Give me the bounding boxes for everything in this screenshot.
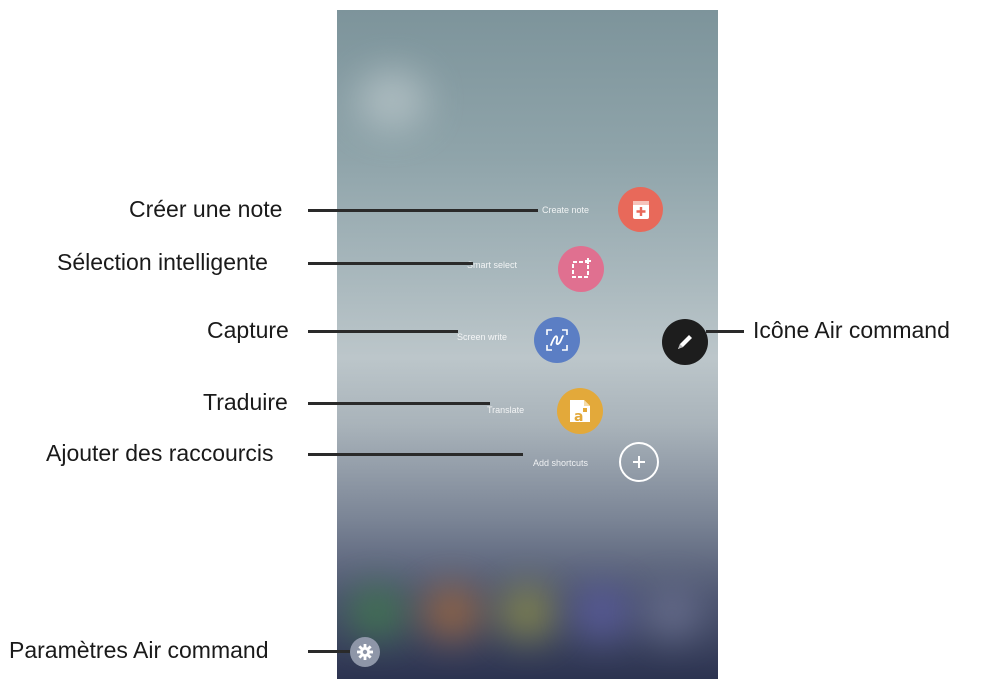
translate-button[interactable]: a: [557, 388, 603, 434]
screen-write-icon: [543, 326, 571, 354]
callout-line-create-note: [308, 209, 538, 212]
callout-line-add-shortcuts: [308, 453, 523, 456]
pen-icon: [674, 331, 696, 353]
callout-line-settings: [308, 650, 350, 653]
air-command-settings-button[interactable]: [350, 637, 380, 667]
callout-translate: Traduire: [203, 389, 288, 415]
create-note-icon: [630, 199, 652, 221]
callout-line-air-command: [706, 330, 744, 333]
callout-line-screen-write: [308, 330, 458, 333]
phone-screen: Create note Smart select Screen write Tr…: [337, 10, 718, 679]
plus-icon: [631, 454, 647, 470]
svg-text:a: a: [574, 409, 583, 425]
screen-write-button[interactable]: [534, 317, 580, 363]
add-shortcuts-button[interactable]: [619, 442, 659, 482]
gear-icon: [356, 643, 374, 661]
callout-line-smart-select: [308, 262, 473, 265]
menu-label-translate: Translate: [487, 405, 525, 415]
smart-select-button[interactable]: [558, 246, 604, 292]
callout-line-translate: [308, 402, 490, 405]
callout-air-command-settings: Paramètres Air command: [9, 637, 269, 663]
callout-screen-write: Capture: [207, 317, 289, 343]
callout-create-note: Créer une note: [129, 196, 283, 222]
callout-air-command-icon: Icône Air command: [753, 317, 950, 343]
menu-label-screen-write: Screen write: [457, 332, 508, 342]
menu-label-smart-select: Smart select: [467, 260, 518, 270]
menu-label-create-note: Create note: [542, 205, 590, 215]
smart-select-icon: [568, 256, 594, 282]
translate-icon: a: [567, 397, 593, 425]
air-command-button[interactable]: [662, 319, 708, 365]
menu-label-add-shortcuts: Add shortcuts: [533, 458, 589, 468]
create-note-button[interactable]: [618, 187, 663, 232]
callout-smart-select: Sélection intelligente: [57, 249, 268, 275]
callout-add-shortcuts: Ajouter des raccourcis: [46, 440, 274, 466]
